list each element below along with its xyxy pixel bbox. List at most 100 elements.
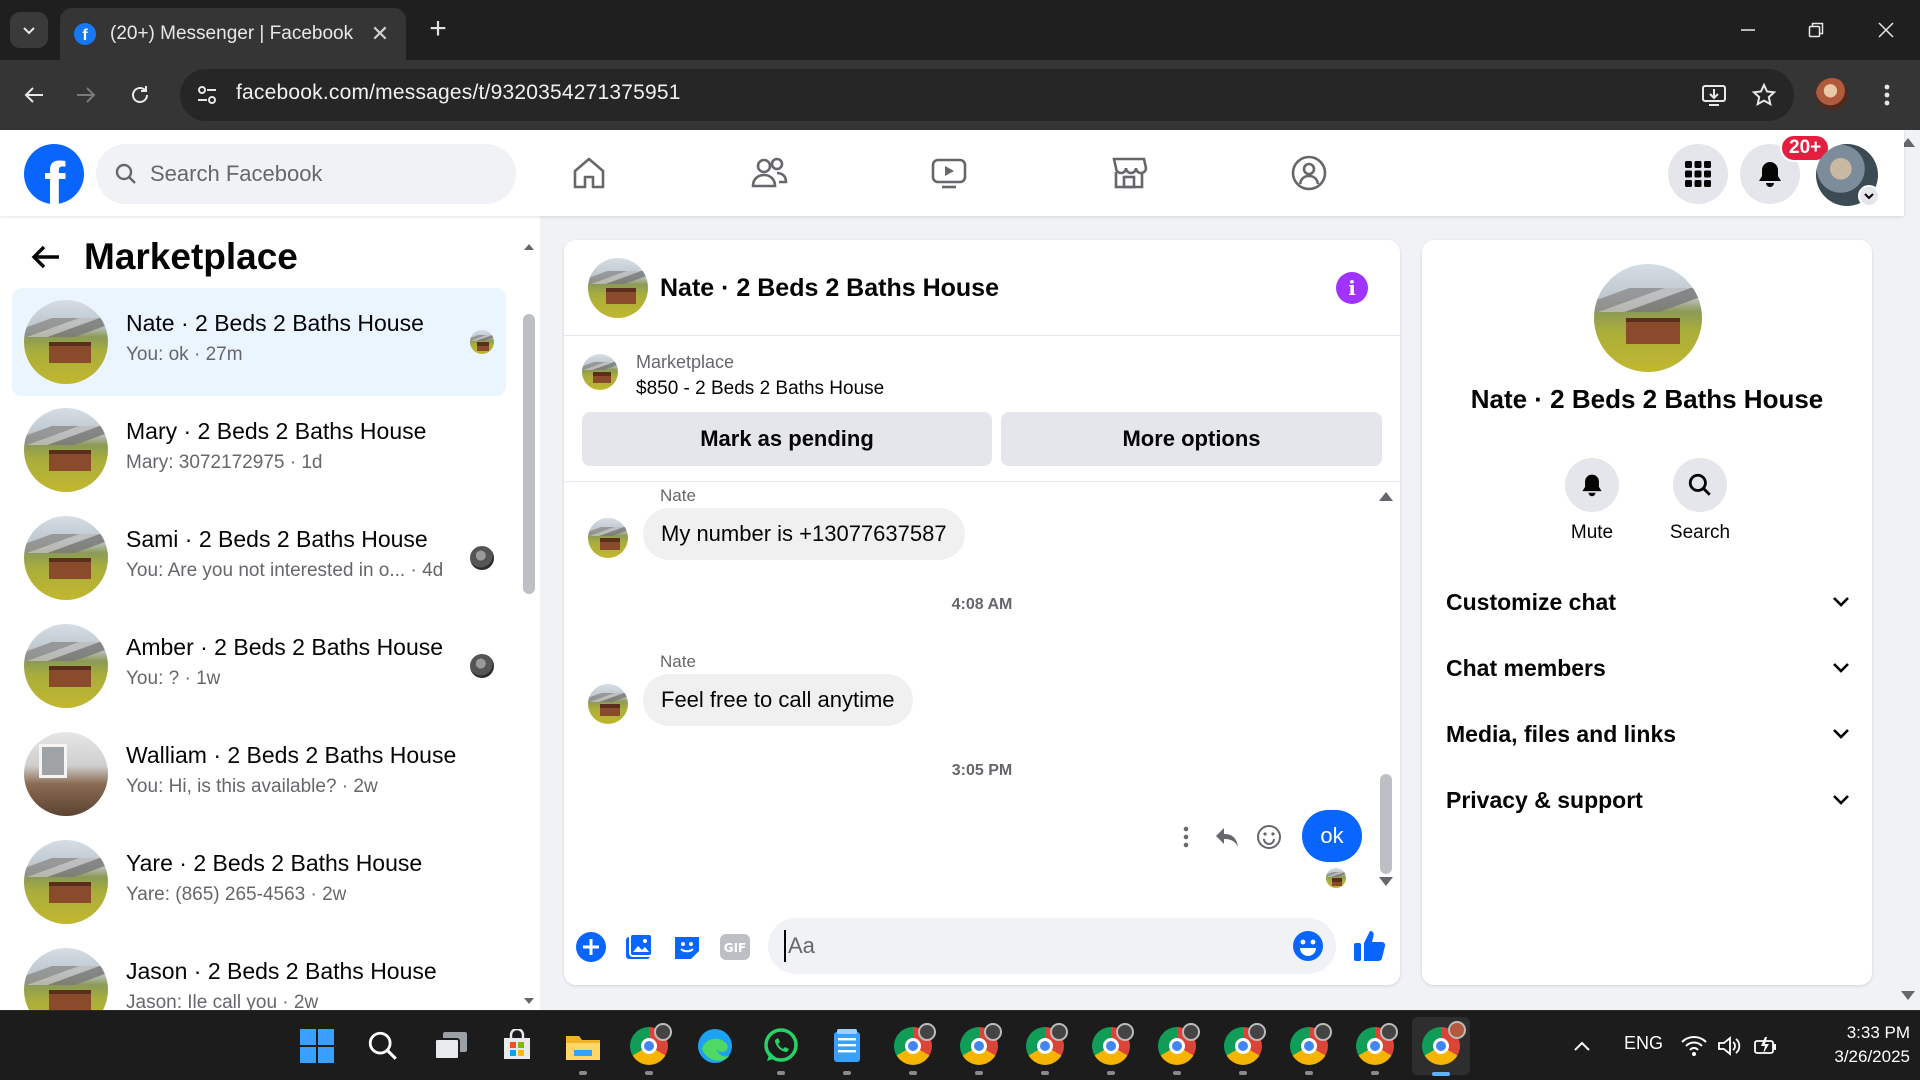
conversation-info-icon[interactable]: i: [1336, 272, 1368, 304]
bookmark-star-icon[interactable]: [1750, 81, 1778, 109]
emoji-picker-icon[interactable]: [1292, 930, 1324, 962]
taskbar-chrome-9[interactable]: [1352, 1023, 1398, 1075]
input-language[interactable]: ENG: [1624, 1033, 1663, 1054]
incoming-message[interactable]: Feel free to call anytime: [643, 674, 913, 726]
send-like-button[interactable]: [1350, 926, 1390, 966]
microsoft-store-button[interactable]: [494, 1023, 540, 1069]
facebook-search-box[interactable]: [96, 144, 516, 204]
incoming-message[interactable]: My number is +13077637587: [643, 508, 965, 560]
taskbar-chrome-6[interactable]: [1154, 1023, 1200, 1075]
taskbar-chrome-1[interactable]: [626, 1023, 672, 1075]
chat-title[interactable]: Nate · 2 Beds 2 Baths House: [660, 274, 999, 303]
start-button[interactable]: [294, 1023, 340, 1069]
browser-tab-messenger[interactable]: f (20+) Messenger | Facebook ✕: [60, 8, 406, 60]
search-in-conversation-button[interactable]: Search: [1655, 458, 1745, 544]
mute-circle[interactable]: [1565, 458, 1619, 512]
facebook-logo-icon[interactable]: f: [24, 144, 84, 204]
conversation-item-jason[interactable]: Jason · 2 Beds 2 Baths House Jason: Ile …: [12, 936, 506, 1010]
close-window-button[interactable]: [1866, 10, 1906, 50]
taskbar-whatsapp[interactable]: [758, 1023, 804, 1075]
reload-button[interactable]: [120, 75, 160, 115]
taskbar-chrome-active[interactable]: [1412, 1017, 1470, 1076]
message-input-wrapper[interactable]: [768, 918, 1336, 974]
arrow-right-icon: [77, 87, 96, 103]
taskbar-chrome-8[interactable]: [1286, 1023, 1332, 1075]
facebook-search-input[interactable]: [150, 161, 480, 187]
outgoing-message[interactable]: ok: [1302, 810, 1362, 862]
sender-name: Nate: [660, 486, 696, 505]
menu-button[interactable]: [1668, 144, 1728, 204]
section-privacy-support[interactable]: Privacy & support: [1446, 770, 1850, 830]
conversation-item-yare[interactable]: Yare · 2 Beds 2 Baths House Yare: (865) …: [12, 828, 506, 936]
taskbar-chrome-5[interactable]: [1088, 1023, 1134, 1075]
conversation-snippet: You: Hi, is this available? · 2w: [126, 776, 378, 797]
install-app-icon[interactable]: [1700, 81, 1728, 109]
account-chevron-icon[interactable]: [1858, 185, 1880, 207]
battery-button[interactable]: [1748, 1023, 1784, 1069]
thread-scroll-down-icon[interactable]: [1378, 876, 1394, 888]
taskbar-search-button[interactable]: [360, 1023, 406, 1069]
nav-marketplace[interactable]: [1108, 152, 1150, 194]
nav-friends[interactable]: [748, 152, 790, 194]
section-media-files-links[interactable]: Media, files and links: [1446, 704, 1850, 764]
url-text[interactable]: facebook.com/messages/t/9320354271375951: [236, 81, 681, 105]
browser-profile-avatar[interactable]: [1816, 78, 1848, 110]
taskbar-chrome-2[interactable]: [890, 1023, 936, 1075]
search-circle[interactable]: [1673, 458, 1727, 512]
gif-button[interactable]: GIF: [718, 930, 752, 964]
conversation-item-walliam[interactable]: Walliam · 2 Beds 2 Baths House You: Hi, …: [12, 720, 506, 828]
address-bar[interactable]: facebook.com/messages/t/9320354271375951: [180, 69, 1794, 121]
conversation-item-nate[interactable]: Nate · 2 Beds 2 Baths House You: ok · 27…: [12, 288, 506, 396]
site-info-icon[interactable]: [194, 82, 220, 108]
minimize-button[interactable]: [1728, 10, 1768, 50]
nav-groups[interactable]: [1288, 152, 1330, 194]
forward-button[interactable]: [66, 75, 106, 115]
contact-avatar[interactable]: [1594, 264, 1702, 372]
react-button[interactable]: [1254, 822, 1284, 852]
more-actions-button[interactable]: [574, 930, 608, 964]
file-explorer-button[interactable]: [560, 1023, 606, 1075]
thread-scroll-up-icon[interactable]: [1378, 490, 1394, 502]
message-input[interactable]: [784, 930, 1264, 962]
back-button[interactable]: [14, 75, 54, 115]
more-options-button[interactable]: More options: [1001, 412, 1382, 466]
taskbar-notepad[interactable]: [824, 1023, 870, 1075]
conversation-avatar: [24, 624, 108, 708]
back-to-chats-button[interactable]: [26, 237, 66, 277]
attach-photo-button[interactable]: [622, 930, 656, 964]
taskbar-chrome-3[interactable]: [956, 1023, 1002, 1075]
message-more-button[interactable]: [1171, 822, 1201, 852]
conversation-scrollbar-thumb[interactable]: [523, 314, 535, 594]
conversation-item-mary[interactable]: Mary · 2 Beds 2 Baths House Mary: 307217…: [12, 396, 506, 504]
wifi-button[interactable]: [1676, 1023, 1712, 1069]
listing-thumbnail[interactable]: [582, 354, 618, 390]
profile-badge: [1248, 1023, 1266, 1041]
taskbar-chrome-4[interactable]: [1022, 1023, 1068, 1075]
tab-search-button[interactable]: [10, 12, 48, 48]
mute-button[interactable]: Mute: [1547, 458, 1637, 544]
browser-menu-button[interactable]: [1872, 76, 1902, 114]
volume-button[interactable]: [1712, 1023, 1748, 1069]
task-view-button[interactable]: [428, 1023, 474, 1069]
nav-video[interactable]: [928, 152, 970, 194]
system-clock[interactable]: 3:33 PM 3/26/2025: [1800, 1021, 1910, 1069]
section-chat-members[interactable]: Chat members: [1446, 638, 1850, 698]
chat-avatar[interactable]: [588, 258, 648, 318]
sticker-button[interactable]: [670, 930, 704, 964]
reply-button[interactable]: [1212, 822, 1242, 852]
listing-title[interactable]: $850 - 2 Beds 2 Baths House: [636, 378, 884, 400]
nav-home[interactable]: [568, 152, 610, 194]
mark-as-pending-button[interactable]: Mark as pending: [582, 412, 992, 466]
section-customize-chat[interactable]: Customize chat: [1446, 572, 1850, 632]
restore-button[interactable]: [1796, 10, 1836, 50]
clock-date: 3/26/2025: [1834, 1047, 1910, 1066]
taskbar-chrome-7[interactable]: [1220, 1023, 1266, 1075]
page-scroll-down-icon[interactable]: [1900, 990, 1916, 1002]
close-tab-icon[interactable]: ✕: [368, 21, 392, 47]
taskbar-edge[interactable]: [692, 1023, 738, 1069]
thread-scrollbar-thumb[interactable]: [1380, 774, 1392, 874]
show-hidden-icons-button[interactable]: [1562, 1023, 1602, 1069]
conversation-item-amber[interactable]: Amber · 2 Beds 2 Baths House You: ? · 1w: [12, 612, 506, 720]
new-tab-button[interactable]: +: [420, 12, 456, 48]
conversation-item-sami[interactable]: Sami · 2 Beds 2 Baths House You: Are you…: [12, 504, 506, 612]
